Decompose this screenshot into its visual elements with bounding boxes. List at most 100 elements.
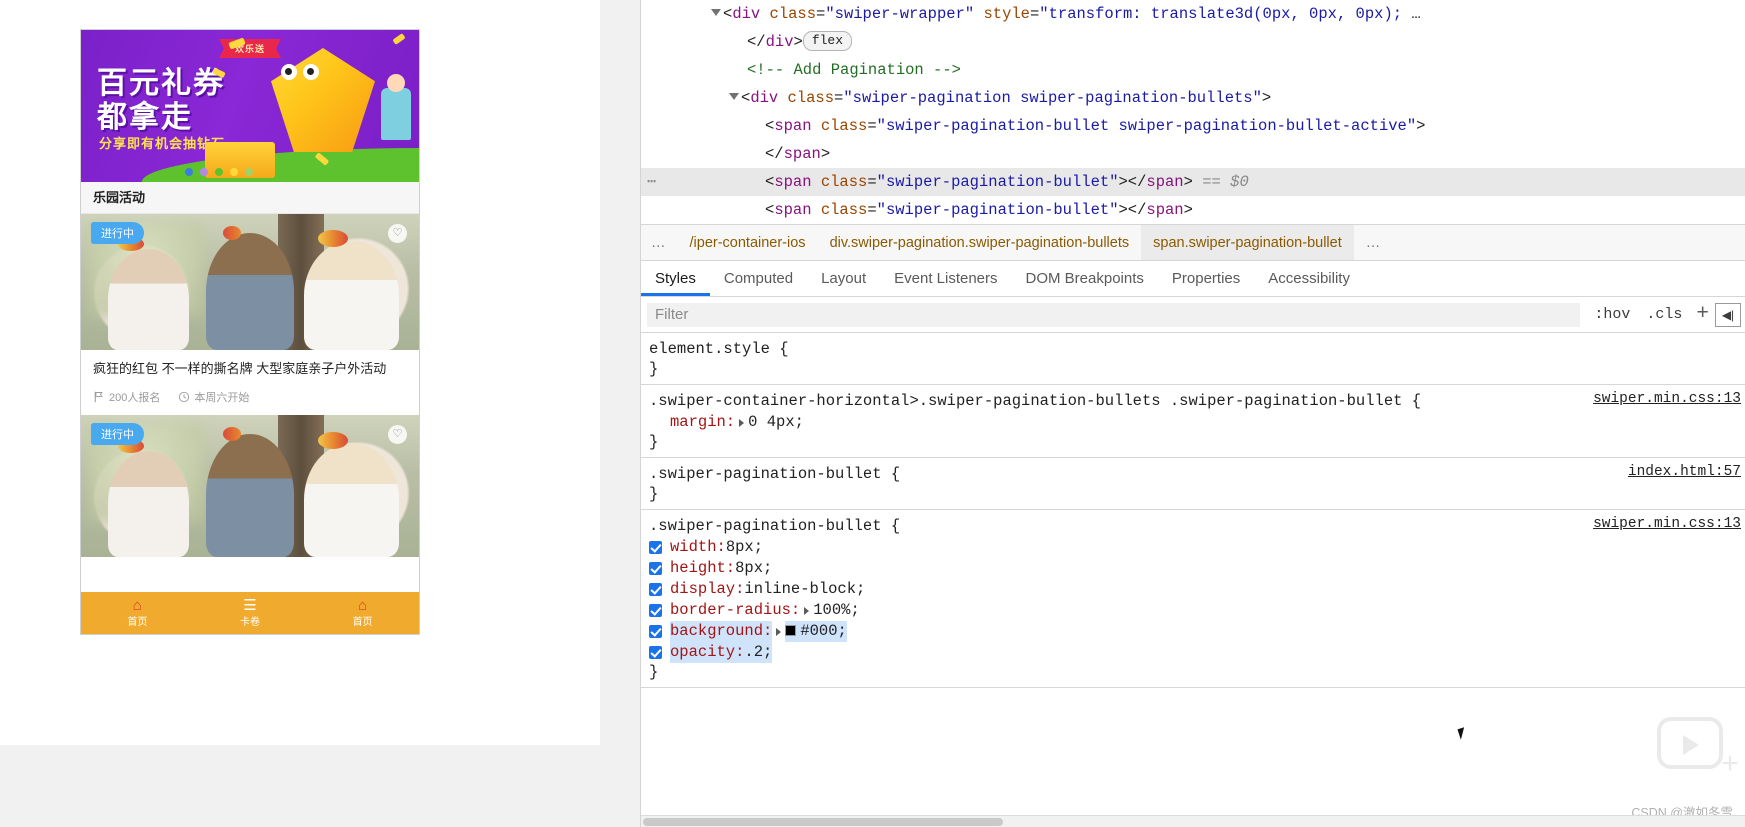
css-source-link[interactable]: index.html:57: [1628, 464, 1741, 480]
styles-rules-list[interactable]: element.style {} swiper.min.css:13 .swiper…: [641, 333, 1745, 688]
css-declaration[interactable]: display: inline-block;: [649, 579, 1745, 600]
declaration-checkbox[interactable]: [649, 604, 662, 617]
css-declaration[interactable]: background: #000;: [649, 621, 1745, 642]
swiper-pagination-bullets[interactable]: [185, 168, 253, 176]
color-swatch-icon[interactable]: [785, 625, 797, 636]
dom-line[interactable]: </span>: [641, 140, 1745, 168]
tab-properties[interactable]: Properties: [1158, 261, 1254, 296]
css-value[interactable]: .2;: [744, 642, 773, 663]
dom-line[interactable]: ⋯ <span class="swiper-pagination-bullet">…: [641, 168, 1745, 196]
kid-illustration: [381, 74, 411, 140]
css-source-link[interactable]: swiper.min.css:13: [1593, 516, 1741, 532]
browser-page-pane: 欢乐送 百元礼券 都拿走 分享即有机会抽钻石 乐园活动 进行中 ♡ 疯狂的红包 …: [0, 0, 640, 827]
heart-icon[interactable]: ♡: [388, 424, 407, 444]
tab-dom-breakpoints[interactable]: DOM Breakpoints: [1012, 261, 1158, 296]
css-value[interactable]: inline-block;: [744, 579, 865, 600]
css-rule[interactable]: swiper.min.css:13 .swiper-container-horiz…: [641, 385, 1745, 458]
breadcrumb-item-1[interactable]: /iper-container-ios: [678, 225, 818, 260]
filter-input[interactable]: Filter: [647, 302, 1581, 327]
css-property[interactable]: width:: [670, 537, 726, 558]
dom-token: =: [867, 201, 877, 219]
dom-line[interactable]: </div> flex: [641, 28, 1745, 56]
dom-token: "swiper-pagination-bullet": [876, 201, 1119, 219]
swiper-pagination-bullet[interactable]: [200, 168, 208, 176]
dom-line[interactable]: <!-- Add Pagination -->: [641, 56, 1745, 84]
declaration-checkbox[interactable]: [649, 583, 662, 596]
expand-arrow-icon[interactable]: [776, 627, 782, 636]
css-property[interactable]: margin:: [670, 412, 735, 433]
css-declaration[interactable]: opacity: .2;: [649, 642, 1745, 663]
tabbar-item-home[interactable]: ⌂ 首页: [81, 598, 194, 628]
activity-card[interactable]: 进行中 ♡ 疯狂的红包 不一样的撕名牌 大型家庭亲子户外活动 200人报名 本周…: [81, 214, 419, 415]
swiper-pagination-bullet[interactable]: [215, 168, 223, 176]
css-declaration[interactable]: height: 8px;: [649, 558, 1745, 579]
declaration-checkbox[interactable]: [649, 625, 662, 638]
bottom-tabbar[interactable]: ⌂ 首页 ☰ 卡卷 ⌂ 首页: [81, 592, 419, 634]
css-rule[interactable]: element.style {}: [641, 333, 1745, 385]
heart-icon[interactable]: ♡: [388, 224, 407, 243]
horizontal-scrollbar[interactable]: [641, 815, 1745, 827]
css-value[interactable]: 100%;: [813, 600, 860, 621]
tab-computed[interactable]: Computed: [710, 261, 807, 296]
css-rule[interactable]: swiper.min.css:13 .swiper-pagination-bull…: [641, 510, 1745, 688]
css-property[interactable]: height:: [670, 558, 735, 579]
tab-layout[interactable]: Layout: [807, 261, 880, 296]
dom-line[interactable]: <span class="swiper-pagination-bullet sw…: [641, 112, 1745, 140]
dom-tree[interactable]: <div class="swiper-wrapper" style="trans…: [641, 0, 1745, 224]
expand-ellipsis-icon[interactable]: ⋯: [647, 168, 657, 196]
hov-button[interactable]: :hov: [1586, 306, 1638, 323]
css-property[interactable]: display:: [670, 579, 744, 600]
diamond-eye-right-icon: [303, 64, 319, 80]
css-declaration[interactable]: width: 8px;: [649, 537, 1745, 558]
new-style-rule-button[interactable]: +: [1690, 303, 1715, 326]
chevron-down-icon[interactable]: [711, 9, 721, 16]
promo-banner[interactable]: 欢乐送 百元礼券 都拿走 分享即有机会抽钻石: [81, 30, 419, 182]
breadcrumb-item-0[interactable]: …: [641, 225, 678, 260]
dom-line[interactable]: <div class="swiper-wrapper" style="trans…: [641, 0, 1745, 28]
css-source-link[interactable]: swiper.min.css:13: [1593, 391, 1741, 407]
dom-line[interactable]: <span class="swiper-pagination-bullet"><…: [641, 196, 1745, 224]
tabbar-item-home-2[interactable]: ⌂ 首页: [306, 598, 419, 628]
cls-button[interactable]: .cls: [1638, 306, 1690, 323]
tab-event-listeners[interactable]: Event Listeners: [880, 261, 1011, 296]
expand-arrow-icon[interactable]: [804, 606, 810, 615]
swiper-pagination-bullet[interactable]: [230, 168, 238, 176]
expand-arrow-icon[interactable]: [739, 418, 745, 427]
css-declaration[interactable]: margin: 0 4px;: [649, 412, 1745, 433]
swiper-pagination-bullet[interactable]: [245, 168, 253, 176]
flex-badge[interactable]: flex: [802, 31, 853, 51]
declaration-checkbox[interactable]: [649, 562, 662, 575]
devtools-tabstrip[interactable]: Styles Computed Layout Event Listeners DOM B…: [641, 261, 1745, 297]
css-value[interactable]: #000;: [785, 621, 847, 642]
activity-card[interactable]: 进行中 ♡: [81, 414, 419, 557]
breadcrumb[interactable]: …/iper-container-ios div.swiper-paginatio…: [641, 224, 1745, 261]
css-declaration[interactable]: border-radius: 100%;: [649, 600, 1745, 621]
css-property[interactable]: opacity:: [670, 642, 745, 663]
tabbar-item-coupons[interactable]: ☰ 卡卷: [194, 598, 307, 628]
panel-toggle-icon[interactable]: ◀|: [1715, 302, 1741, 327]
css-value[interactable]: 0 4px;: [748, 412, 804, 433]
scrollbar-thumb[interactable]: [643, 818, 1003, 826]
css-selector[interactable]: .swiper-container-horizontal>.swiper-pag…: [649, 391, 1745, 412]
css-selector[interactable]: element.style {: [649, 339, 1745, 360]
css-property[interactable]: border-radius:: [670, 600, 800, 621]
tab-styles[interactable]: Styles: [641, 261, 710, 296]
css-selector[interactable]: .swiper-pagination-bullet {: [649, 516, 1745, 537]
chevron-down-icon[interactable]: [729, 93, 739, 100]
css-property[interactable]: background:: [670, 621, 773, 642]
breadcrumb-item-2[interactable]: div.swiper-pagination.swiper-pagination-…: [818, 225, 1142, 260]
dom-line[interactable]: <div class="swiper-pagination swiper-pag…: [641, 84, 1745, 112]
tab-accessibility[interactable]: Accessibility: [1254, 261, 1364, 296]
dom-token: class: [811, 117, 868, 135]
css-value[interactable]: 8px;: [735, 558, 772, 579]
declaration-checkbox[interactable]: [649, 541, 662, 554]
breadcrumb-item-3[interactable]: span.swiper-pagination-bullet: [1141, 225, 1354, 260]
declaration-checkbox[interactable]: [649, 646, 662, 659]
swiper-pagination-bullet[interactable]: [185, 168, 193, 176]
dom-token: ></: [1118, 201, 1147, 219]
css-selector[interactable]: .swiper-pagination-bullet {: [649, 464, 1745, 485]
breadcrumb-item-4[interactable]: …: [1354, 225, 1393, 260]
css-rule[interactable]: index.html:57 .swiper-pagination-bullet {…: [641, 458, 1745, 510]
css-value[interactable]: 8px;: [726, 537, 763, 558]
styles-filter-row[interactable]: Filter :hov .cls + ◀|: [641, 297, 1745, 333]
